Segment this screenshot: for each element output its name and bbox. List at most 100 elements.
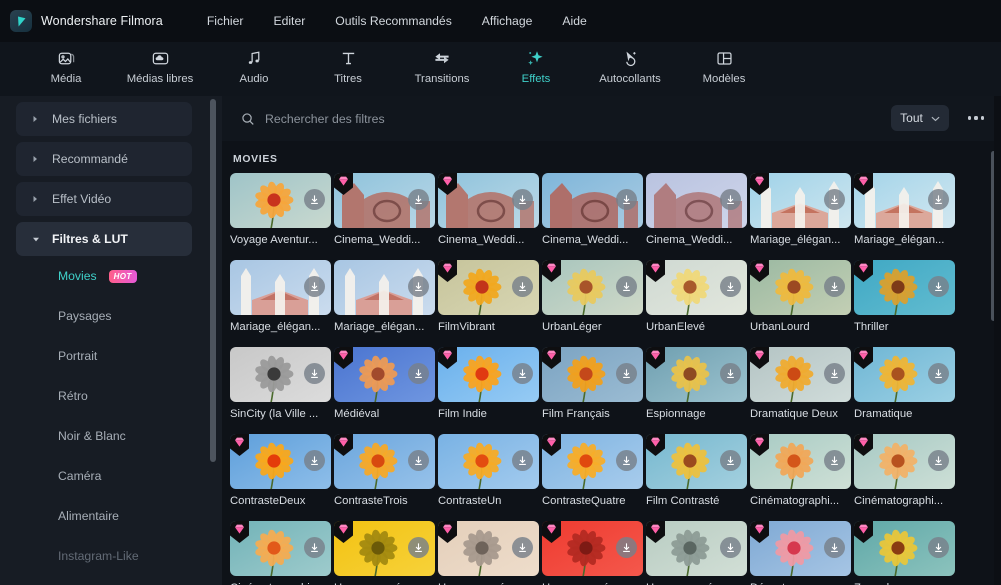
effect-thumbnail[interactable] <box>854 173 955 228</box>
effect-thumbnail[interactable] <box>750 260 851 315</box>
filter-dropdown[interactable]: Tout <box>891 105 949 131</box>
download-circle-icon[interactable] <box>824 450 845 471</box>
download-circle-icon[interactable] <box>304 189 325 210</box>
effect-thumbnail[interactable] <box>646 347 747 402</box>
effect-card[interactable]: UrbanElevé <box>646 260 750 333</box>
effect-thumbnail[interactable] <box>230 434 331 489</box>
effect-card[interactable]: ContrasteDeux <box>230 434 334 507</box>
effect-thumbnail[interactable] <box>542 434 643 489</box>
effect-card[interactable]: Voyage Aventur... <box>230 173 334 246</box>
download-circle-icon[interactable] <box>616 537 637 558</box>
effect-card[interactable]: Cinématographi... <box>230 521 334 585</box>
effect-card[interactable]: ContrasteTrois <box>334 434 438 507</box>
effect-thumbnail[interactable] <box>334 521 435 576</box>
download-circle-icon[interactable] <box>304 276 325 297</box>
effect-card[interactable]: Zone de guerre <box>854 521 958 585</box>
download-circle-icon[interactable] <box>824 189 845 210</box>
effect-thumbnail[interactable] <box>438 260 539 315</box>
effect-thumbnail[interactable] <box>438 173 539 228</box>
effect-card[interactable]: Mariage_élégan... <box>854 173 958 246</box>
effect-thumbnail[interactable] <box>854 347 955 402</box>
effect-card[interactable]: Dramatique <box>854 347 958 420</box>
effect-thumbnail[interactable] <box>542 347 643 402</box>
download-circle-icon[interactable] <box>824 537 845 558</box>
effect-card[interactable]: UrbanLéger <box>542 260 646 333</box>
effect-thumbnail[interactable] <box>750 521 851 576</box>
download-circle-icon[interactable] <box>928 363 949 384</box>
sidebar-subitem-paysages[interactable]: Paysages <box>0 296 208 336</box>
effect-thumbnail[interactable] <box>334 260 435 315</box>
download-circle-icon[interactable] <box>304 450 325 471</box>
sidebar-item-filtres-lut[interactable]: Filtres & LUT <box>16 222 192 256</box>
effect-thumbnail[interactable] <box>854 434 955 489</box>
effect-thumbnail[interactable] <box>854 260 955 315</box>
effect-thumbnail[interactable] <box>542 260 643 315</box>
sidebar-subitem-instagram-like[interactable]: Instagram-Like <box>0 536 208 576</box>
effect-thumbnail[interactable] <box>542 521 643 576</box>
effect-card[interactable]: Cinématographi... <box>854 434 958 507</box>
effect-card[interactable]: Mariage_élégan... <box>334 260 438 333</box>
effect-card[interactable]: Film Français <box>542 347 646 420</box>
effect-thumbnail[interactable] <box>646 521 747 576</box>
effect-thumbnail[interactable] <box>542 173 643 228</box>
download-circle-icon[interactable] <box>720 363 741 384</box>
sidebar-subitem-noir-et-blanc[interactable]: Noir & Blanc <box>0 416 208 456</box>
sidebar-subitem-camera[interactable]: Caméra <box>0 456 208 496</box>
effect-card[interactable]: Film Contrasté <box>646 434 750 507</box>
download-circle-icon[interactable] <box>616 363 637 384</box>
effect-thumbnail[interactable] <box>750 173 851 228</box>
download-circle-icon[interactable] <box>616 450 637 471</box>
effect-card[interactable]: FilmVibrant <box>438 260 542 333</box>
effect-thumbnail[interactable] <box>334 434 435 489</box>
download-circle-icon[interactable] <box>824 363 845 384</box>
effect-thumbnail[interactable] <box>334 347 435 402</box>
download-circle-icon[interactable] <box>512 537 533 558</box>
effect-card[interactable]: Hexagone géo... <box>542 521 646 585</box>
effect-thumbnail[interactable] <box>334 173 435 228</box>
effect-thumbnail[interactable] <box>230 173 331 228</box>
effect-card[interactable]: UrbanLourd <box>750 260 854 333</box>
effect-card[interactable]: Cinématographi... <box>750 434 854 507</box>
effect-thumbnail[interactable] <box>438 521 539 576</box>
download-circle-icon[interactable] <box>720 189 741 210</box>
search-input[interactable] <box>265 111 825 126</box>
download-circle-icon[interactable] <box>928 450 949 471</box>
download-circle-icon[interactable] <box>512 450 533 471</box>
download-circle-icon[interactable] <box>304 363 325 384</box>
download-circle-icon[interactable] <box>720 537 741 558</box>
effect-card[interactable]: Hexagone géo... <box>438 521 542 585</box>
ribbon-tab-medias-libres[interactable]: Médias libres <box>124 42 196 85</box>
download-circle-icon[interactable] <box>408 276 429 297</box>
effect-card[interactable]: Dramatique Deux <box>750 347 854 420</box>
effect-thumbnail[interactable] <box>438 434 539 489</box>
sidebar-subitem-retro[interactable]: Rétro <box>0 376 208 416</box>
sidebar-subitem-movies[interactable]: Movies HOT <box>0 256 208 296</box>
menu-item-fichier[interactable]: Fichier <box>207 14 244 28</box>
ribbon-tab-audio[interactable]: Audio <box>218 42 290 85</box>
sidebar-scrollbar[interactable] <box>210 99 216 462</box>
effect-card[interactable]: ContrasteQuatre <box>542 434 646 507</box>
download-circle-icon[interactable] <box>616 276 637 297</box>
effect-card[interactable]: Cinema_Weddi... <box>334 173 438 246</box>
download-circle-icon[interactable] <box>408 363 429 384</box>
effect-card[interactable]: Hexagone géo... <box>334 521 438 585</box>
effect-card[interactable]: Cinema_Weddi... <box>438 173 542 246</box>
effect-thumbnail[interactable] <box>646 173 747 228</box>
download-circle-icon[interactable] <box>304 537 325 558</box>
effect-thumbnail[interactable] <box>646 434 747 489</box>
menu-item-outils-recommandes[interactable]: Outils Recommandés <box>335 14 452 28</box>
sidebar-item-mes-fichiers[interactable]: Mes fichiers <box>16 102 192 136</box>
download-circle-icon[interactable] <box>408 450 429 471</box>
sidebar-subitem-portrait[interactable]: Portrait <box>0 336 208 376</box>
download-circle-icon[interactable] <box>824 276 845 297</box>
effect-card[interactable]: SinCity (la Ville ... <box>230 347 334 420</box>
ribbon-tab-media[interactable]: Média <box>30 42 102 85</box>
download-circle-icon[interactable] <box>512 276 533 297</box>
effect-card[interactable]: Film Indie <box>438 347 542 420</box>
effect-card[interactable]: Espionnage <box>646 347 750 420</box>
more-horizontal-icon[interactable] <box>965 109 987 127</box>
download-circle-icon[interactable] <box>408 537 429 558</box>
download-circle-icon[interactable] <box>928 276 949 297</box>
ribbon-tab-transitions[interactable]: Transitions <box>406 42 478 85</box>
effect-thumbnail[interactable] <box>750 347 851 402</box>
